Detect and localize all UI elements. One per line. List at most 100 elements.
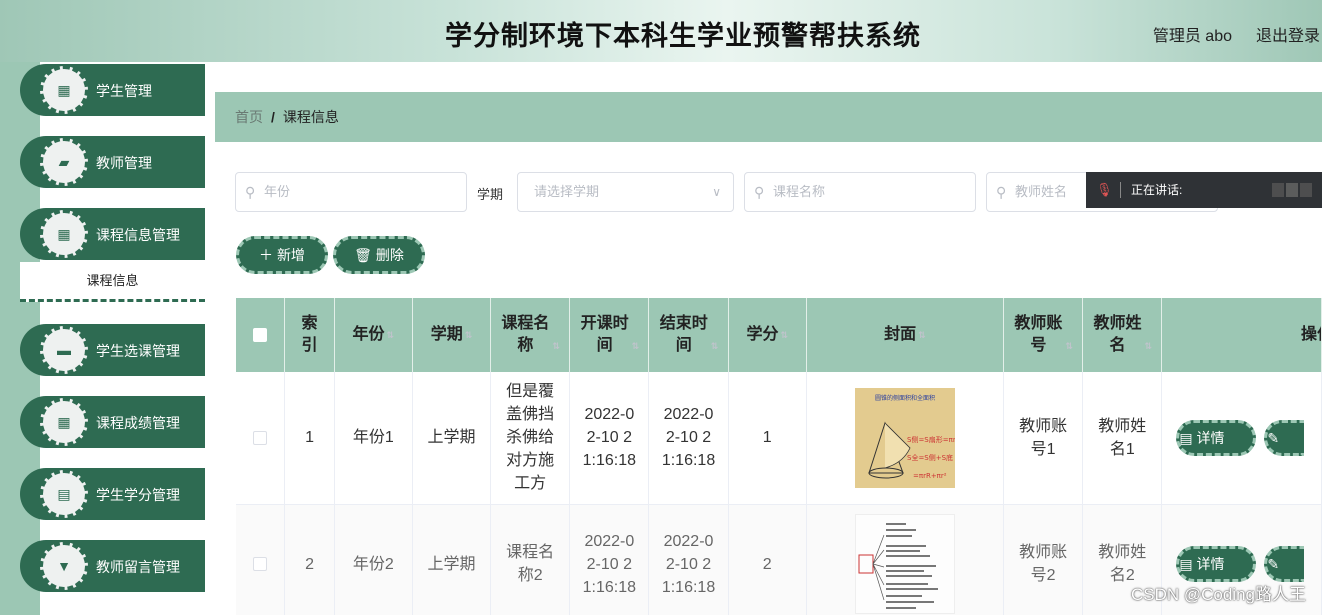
col-start-label: 开课时间 (580, 315, 629, 354)
cell-cover: 圆锥的侧面积和全面积 S侧=S扇形=πrR S全=S侧+S底 =πrR+πr² (806, 372, 1005, 505)
sidebar-item-grade-management[interactable]: ▦ 课程成绩管理 (20, 396, 205, 448)
document-icon: ▤ (1179, 556, 1193, 572)
col-cover[interactable]: 封面 ⇅ (806, 298, 1005, 372)
sidebar-item-teacher-management[interactable]: ▰ 教师管理 (20, 136, 205, 188)
detail-button[interactable]: ▤ 详情 (1176, 546, 1257, 582)
search-icon: ⚲ (245, 184, 256, 200)
cell-teacher-account-text: 教师账号2 (1019, 544, 1068, 584)
sidebar-item-label: 学生学分管理 (96, 487, 180, 503)
col-teacher-account[interactable]: 教师账号 ⇅ (1003, 298, 1084, 372)
select-all-checkbox[interactable] (253, 327, 268, 342)
detail-button-label: 详情 (1196, 429, 1225, 446)
col-course-label: 课程名称 (501, 315, 550, 354)
cover-title: 圆锥的侧面积和全面积 (875, 394, 935, 402)
course-name-placeholder: 课程名称 (773, 184, 826, 199)
trash-icon: 🗑 (354, 247, 372, 263)
col-course-name[interactable]: 课程名称 ⇅ (490, 298, 571, 372)
table-row[interactable]: 1 年份1 上学期 但是覆盖佛挡杀佛给对方施工方 2022-02-10 21:1… (236, 372, 1322, 505)
cell-credit: 1 (728, 372, 807, 505)
submenu-course-info[interactable]: 课程信息 (20, 262, 205, 302)
col-year[interactable]: 年份 ⇅ (334, 298, 413, 372)
add-button[interactable]: ＋ 新增 (236, 236, 328, 274)
clipboard-icon: ▤ (40, 470, 88, 518)
sidebar-item-label: 学生选课管理 (96, 343, 180, 359)
mindmap-diagram (855, 515, 954, 613)
breadcrumb-separator: / (271, 109, 275, 125)
col-teacher-name[interactable]: 教师姓名 ⇅ (1082, 298, 1163, 372)
edit-button[interactable]: ✎ (1264, 546, 1305, 582)
col-start-time[interactable]: 开课时间 ⇅ (569, 298, 650, 372)
current-user: 管理员 abo (1152, 28, 1232, 45)
term-select-placeholder: 请选择学期 (534, 184, 600, 199)
logout-link[interactable]: 退出登录 (1256, 22, 1320, 46)
sort-icon[interactable]: ⇅ (632, 335, 640, 357)
cell-cover (806, 504, 1005, 615)
cell-course: 但是覆盖佛挡杀佛给对方施工方 (490, 372, 571, 505)
sidebar-item-credit-management[interactable]: ▤ 学生学分管理 (20, 468, 205, 520)
row-checkbox[interactable] (253, 557, 268, 572)
cell-teacher-name-text: 教师姓名2 (1098, 544, 1147, 584)
sort-icon[interactable]: ⇅ (1145, 335, 1153, 357)
cover-image[interactable] (854, 514, 955, 614)
select-all-cell[interactable] (236, 298, 286, 372)
cell-term: 上学期 (412, 372, 492, 505)
edit-button[interactable]: ✎ (1264, 419, 1305, 456)
grid-icon: ▦ (40, 210, 88, 258)
row-select-cell[interactable] (236, 504, 286, 615)
sort-icon[interactable]: ⇅ (918, 324, 926, 346)
year-input[interactable]: ⚲ 年份 (235, 172, 467, 212)
col-actions: 操作 (1161, 298, 1322, 372)
year-input-placeholder: 年份 (264, 184, 291, 199)
cell-start: 2022-02-10 21:16:18 (569, 372, 650, 505)
microphone-muted-icon[interactable]: 🎙 (1096, 172, 1113, 208)
cell-end: 2022-02-10 21:16:18 (648, 372, 729, 505)
col-end-label: 结束时间 (659, 315, 708, 354)
cell-end-text: 2022-02-10 21:16:18 (661, 532, 716, 596)
course-name-input[interactable]: ⚲ 课程名称 (744, 172, 976, 212)
cell-start: 2022-02-10 21:16:18 (569, 504, 650, 615)
col-index: 索引 (284, 298, 335, 372)
col-credit-label: 学分 (746, 326, 779, 344)
wallet-icon: ▰ (40, 138, 88, 186)
cell-course: 课程名称2 (490, 504, 571, 615)
detail-button[interactable]: ▤ 详情 (1176, 419, 1257, 456)
sidebar-item-course-selection-management[interactable]: ▬ 学生选课管理 (20, 324, 205, 376)
pencil-icon: ✎ (1267, 429, 1280, 446)
chevron-down-icon: ∨ (712, 185, 721, 199)
breadcrumb-home[interactable]: 首页 (235, 109, 263, 125)
detail-button-label: 详情 (1196, 556, 1225, 572)
course-table: 索引 年份 ⇅ 学期 ⇅ 课程名称 ⇅ 开课时间 ⇅ 结束时间 ⇅ 学分 ⇅ 封面 ⇅ 教师账… (236, 298, 1322, 615)
row-checkbox[interactable] (253, 431, 268, 446)
breadcrumb: 首页 / 课程信息 (215, 92, 1322, 142)
sidebar-item-message-management[interactable]: ▼ 教师留言管理 (20, 540, 205, 592)
speaker-indicator-icon (1272, 183, 1312, 197)
col-term[interactable]: 学期 ⇅ (412, 298, 492, 372)
row-select-cell[interactable] (236, 372, 286, 505)
cell-actions: ▤ 详情 ✎ (1161, 372, 1322, 505)
sort-icon[interactable]: ⇅ (387, 324, 395, 346)
sort-icon[interactable]: ⇅ (711, 335, 719, 357)
sidebar-item-course-info-management[interactable]: ▦ 课程信息管理 (20, 208, 205, 260)
watermark: CSDN @Coding路人王 (1130, 585, 1306, 604)
cell-end: 2022-02-10 21:16:18 (648, 504, 729, 615)
search-icon: ⚲ (754, 184, 765, 200)
col-teacher-name-label: 教师姓名 (1093, 315, 1142, 354)
sort-icon[interactable]: ⇅ (465, 324, 473, 346)
delete-button[interactable]: 🗑 删除 (333, 236, 425, 274)
cell-end-text: 2022-02-10 21:16:18 (661, 406, 716, 470)
toast-text: 正在讲话: (1131, 183, 1183, 197)
col-end-time[interactable]: 结束时间 ⇅ (648, 298, 729, 372)
sidebar-item-student-management[interactable]: ▦ 学生管理 (20, 64, 205, 116)
cell-teacher-name: 教师姓名1 (1082, 372, 1163, 505)
sort-icon[interactable]: ⇅ (1065, 335, 1073, 357)
briefcase-icon: ▬ (40, 326, 88, 374)
teacher-name-placeholder: 教师姓名 (1015, 184, 1068, 199)
col-credit[interactable]: 学分 ⇅ (728, 298, 807, 372)
term-select[interactable]: 请选择学期 ∨ (517, 172, 734, 212)
cell-index: 1 (284, 372, 335, 505)
cover-image[interactable]: 圆锥的侧面积和全面积 S侧=S扇形=πrR S全=S侧+S底 =πrR+πr² (854, 387, 955, 488)
cell-teacher-account: 教师账号2 (1003, 504, 1084, 615)
sort-icon[interactable]: ⇅ (552, 335, 560, 357)
sort-icon[interactable]: ⇅ (780, 324, 788, 346)
col-year-label: 年份 (352, 326, 385, 344)
